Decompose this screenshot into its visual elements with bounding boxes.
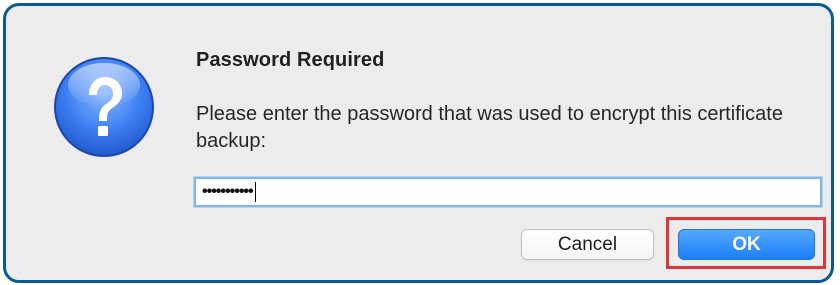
cancel-button[interactable]: Cancel xyxy=(521,229,654,260)
dialog-title: Password Required xyxy=(196,49,385,71)
text-cursor xyxy=(254,182,256,202)
dialog-message: Please enter the password that was used … xyxy=(196,103,783,152)
password-input[interactable]: ••••••••••• xyxy=(194,177,822,207)
password-masked-value: ••••••••••• xyxy=(202,183,254,200)
ok-button[interactable]: OK xyxy=(678,229,815,260)
password-dialog: Password Required Please enter the passw… xyxy=(3,3,834,283)
question-mark-icon xyxy=(52,55,156,159)
